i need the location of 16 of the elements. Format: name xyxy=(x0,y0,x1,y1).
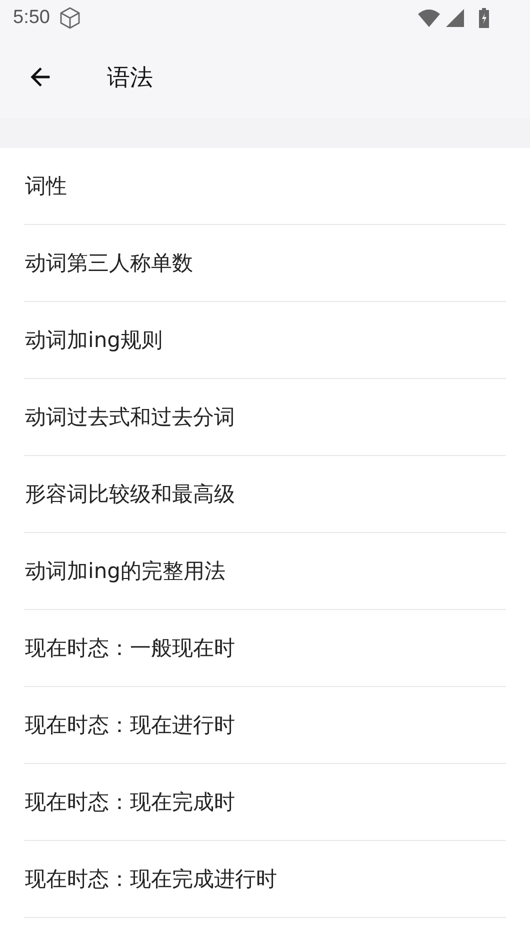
cube-icon xyxy=(60,7,80,29)
list-item[interactable]: 动词加ing的完整用法 xyxy=(24,533,506,610)
signal-icon xyxy=(446,9,464,27)
list-item[interactable]: 形容词比较级和最高级 xyxy=(24,456,506,533)
wifi-icon xyxy=(418,9,440,27)
list-item[interactable]: 现在时态：现在完成时 xyxy=(24,764,506,841)
list-item[interactable]: 词性 xyxy=(24,148,506,225)
list-item[interactable]: 现在时态：现在完成进行时 xyxy=(24,841,506,918)
battery-icon xyxy=(478,8,490,28)
list-item[interactable]: 动词第三人称单数 xyxy=(24,225,506,302)
list-item[interactable]: 动词过去式和过去分词 xyxy=(24,379,506,456)
status-time: 5:50 xyxy=(13,7,50,29)
page-title: 语法 xyxy=(107,64,153,92)
list-item[interactable]: 动词加ing规则 xyxy=(24,302,506,379)
list-item[interactable]: 现在时态：一般现在时 xyxy=(24,610,506,687)
list-item[interactable]: 现在时态：现在进行时 xyxy=(24,687,506,764)
